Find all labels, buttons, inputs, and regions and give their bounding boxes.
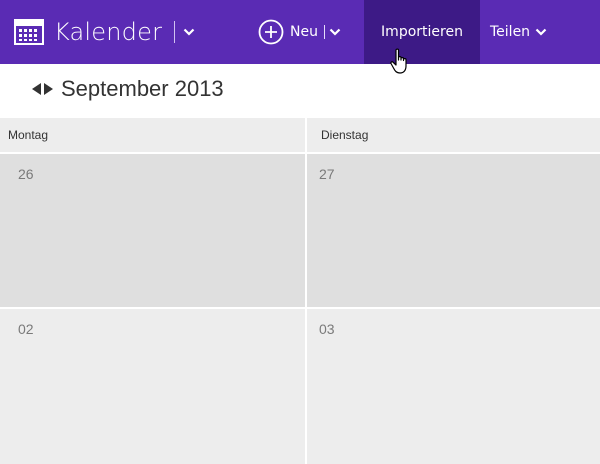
month-navigation: September 2013 (30, 74, 224, 104)
chevron-down-icon[interactable] (183, 26, 195, 38)
chevron-down-icon (535, 28, 547, 36)
new-separator (323, 25, 325, 39)
new-button[interactable]: Neu (258, 0, 341, 64)
day-number: 27 (319, 166, 335, 182)
app-switcher[interactable]: Kalender (14, 14, 195, 50)
weekday-header-monday: Montag (0, 118, 305, 152)
month-title: September 2013 (61, 76, 224, 101)
top-bar: Kalender Neu Importieren Teilen (0, 0, 600, 64)
next-month-icon[interactable] (43, 82, 55, 96)
import-label: Importieren (381, 24, 463, 40)
day-number: 02 (18, 321, 34, 337)
previous-month-icon[interactable] (30, 82, 42, 96)
share-button[interactable]: Teilen (490, 0, 547, 64)
day-number: 03 (319, 321, 335, 337)
day-number: 26 (18, 166, 34, 182)
calendar-icon (14, 19, 44, 45)
title-separator (174, 21, 176, 43)
chevron-down-icon[interactable] (329, 26, 341, 38)
share-label: Teilen (490, 24, 531, 40)
calendar-grid: Montag Dienstag 26 27 02 03 (0, 118, 600, 464)
day-cell[interactable]: 27 (307, 154, 600, 307)
day-cell[interactable]: 03 (307, 309, 600, 464)
hand-pointer-icon (390, 48, 407, 74)
import-button[interactable]: Importieren (364, 0, 480, 64)
day-cell[interactable]: 02 (0, 309, 305, 464)
app-title: Kalender (54, 18, 163, 46)
plus-circle-icon (258, 19, 284, 45)
weekday-header-tuesday: Dienstag (307, 118, 600, 152)
day-cell[interactable]: 26 (0, 154, 305, 307)
new-label: Neu (290, 24, 318, 40)
